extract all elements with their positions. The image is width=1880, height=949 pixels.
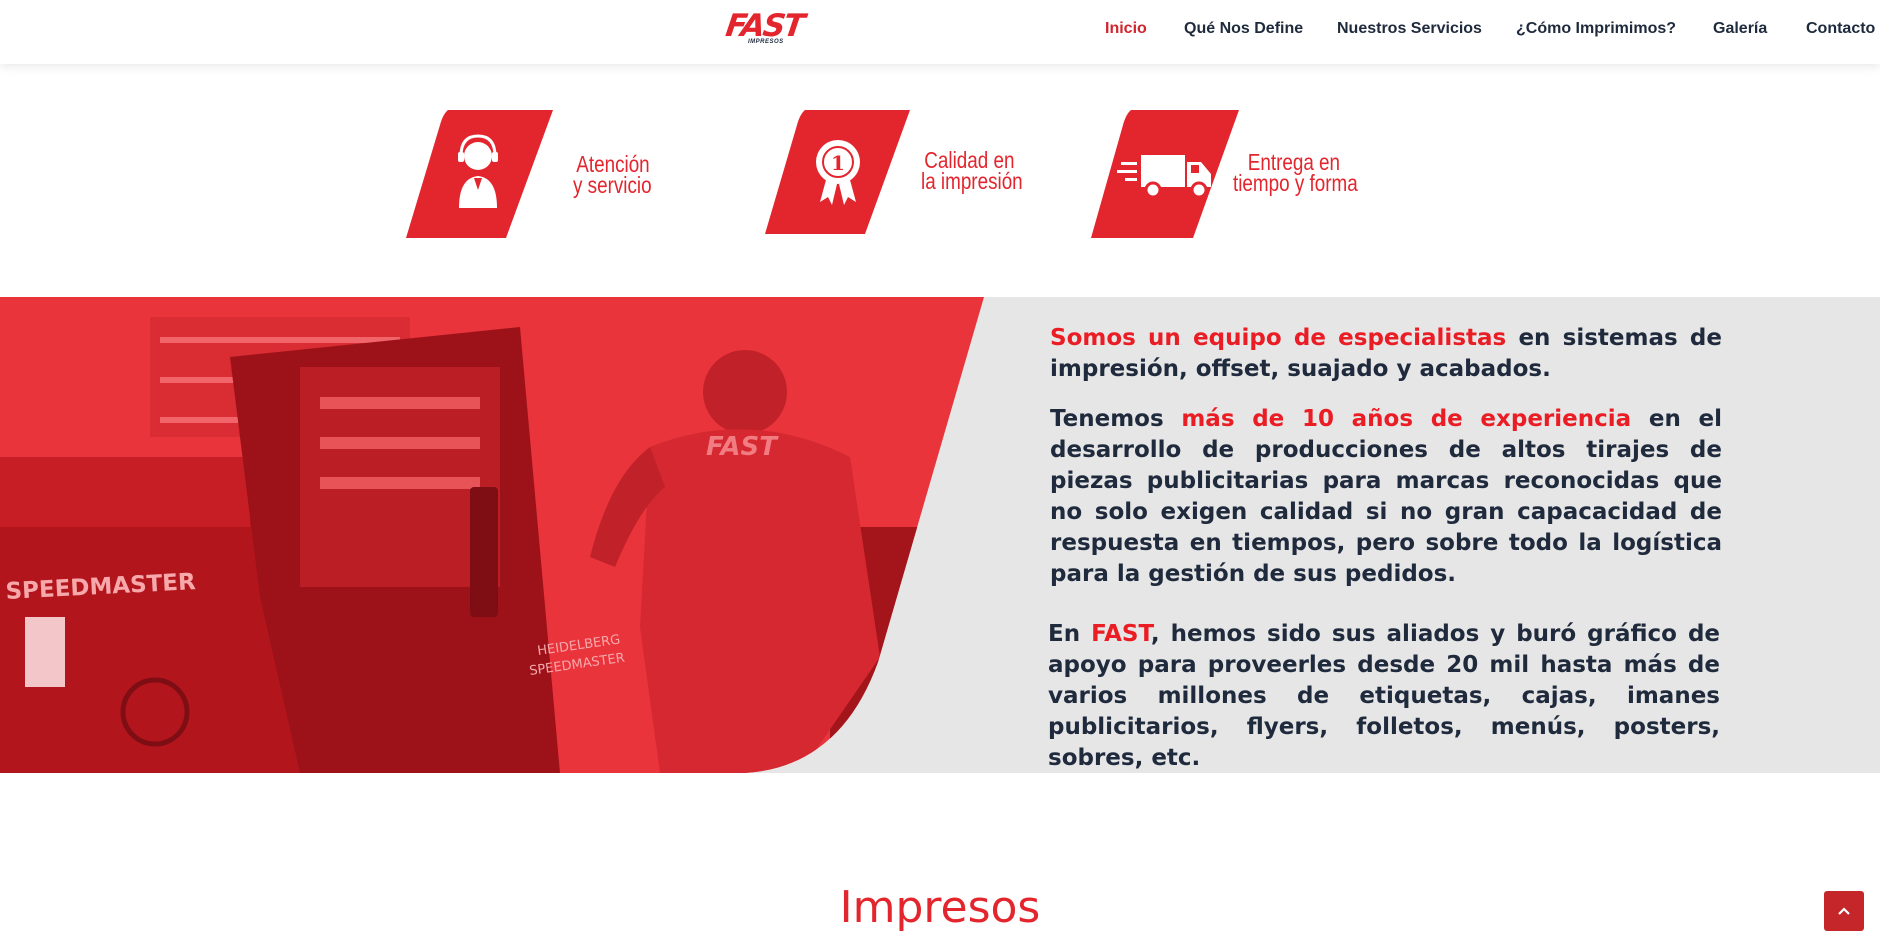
- award-number: 1: [831, 151, 845, 175]
- headset-agent-icon: [406, 110, 553, 238]
- chevron-up-icon: [1838, 907, 1850, 915]
- nav-item-contacto[interactable]: Contacto: [1806, 20, 1875, 38]
- feature-line2: y servicio: [573, 172, 652, 198]
- highlight-experience: más de 10 años de experiencia: [1181, 406, 1632, 432]
- paragraph-text: En: [1048, 621, 1092, 647]
- about-text: Somos un equipo de especialistas en sist…: [1050, 323, 1722, 609]
- nav-item-nuestros-servicios[interactable]: Nuestros Servicios: [1337, 20, 1482, 38]
- nav-item-que-nos-define[interactable]: Qué Nos Define: [1184, 20, 1303, 38]
- about-paragraph-1: Somos un equipo de especialistas en sist…: [1050, 323, 1722, 385]
- back-to-top-button[interactable]: [1824, 891, 1864, 931]
- nav-item-galeria[interactable]: Galería: [1713, 20, 1767, 38]
- logo-subtitle: IMPRESOS: [748, 39, 784, 45]
- press-operator-photo: SPEEDMASTER HEIDELBERG SPEEDMASTER FAST: [0, 297, 984, 773]
- delivery-truck-icon: [1091, 110, 1239, 238]
- feature-line2: tiempo y forma: [1233, 170, 1358, 196]
- feature-label: Calidad en la impresión: [921, 149, 1023, 194]
- feature-line2: la impresión: [921, 168, 1023, 194]
- about-text-2: En FAST, hemos sido sus aliados y buró g…: [1048, 619, 1720, 773]
- paragraph-text: Tenemos: [1050, 406, 1182, 432]
- paragraph-text: en el desarrollo de producciones de alto…: [1050, 406, 1722, 587]
- feature-label: Atención y servicio: [573, 153, 652, 198]
- nav-item-como-imprimimos[interactable]: ¿Cómo Imprimimos?: [1516, 20, 1676, 38]
- highlight-specialists: Somos un equipo de especialistas: [1050, 325, 1507, 351]
- award-ribbon-icon: 1: [765, 110, 910, 234]
- about-paragraph-3: En FAST, hemos sido sus aliados y buró g…: [1048, 619, 1720, 773]
- section-title-impresos: Impresos: [839, 882, 1041, 933]
- about-paragraph-2: Tenemos más de 10 años de experiencia en…: [1050, 404, 1722, 590]
- highlight-fast: FAST: [1091, 621, 1151, 647]
- fast-logo[interactable]: FAST IMPRESOS: [723, 8, 805, 48]
- nav-item-inicio[interactable]: Inicio: [1105, 20, 1147, 38]
- shirt-logo: FAST: [706, 432, 779, 462]
- about-band: SPEEDMASTER HEIDELBERG SPEEDMASTER FAST …: [0, 297, 1880, 773]
- feature-label: Entrega en tiempo y forma: [1233, 151, 1358, 196]
- site-header: FAST IMPRESOS Inicio Qué Nos Define Nues…: [0, 0, 1880, 64]
